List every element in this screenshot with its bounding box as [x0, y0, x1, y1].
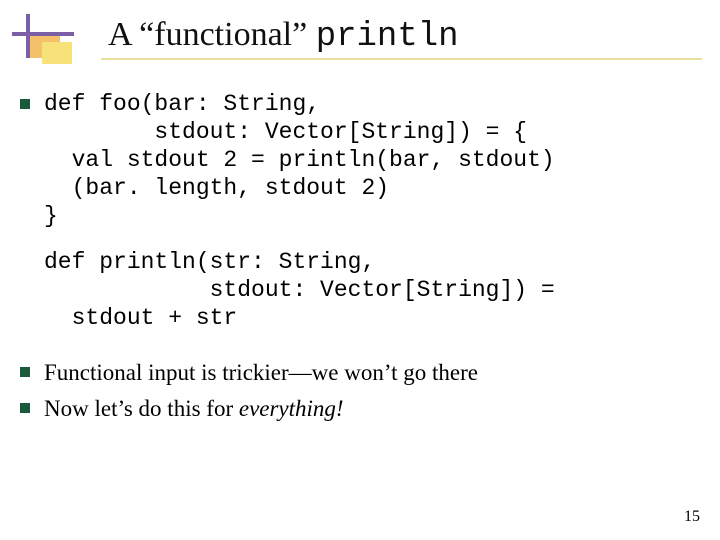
logo-box-yellow — [42, 42, 72, 64]
bullet-text-prefix: Now let’s do this for — [44, 396, 239, 421]
code-block-1: def foo(bar: String, stdout: Vector[Stri… — [44, 90, 555, 230]
lower-bullets: Functional input is trickier—we won’t go… — [20, 358, 700, 424]
slide-title: A “functional” println — [108, 16, 459, 56]
bullet-icon — [20, 403, 30, 413]
bullet-text: Functional input is trickier—we won’t go… — [44, 358, 478, 388]
bullet-item: Functional input is trickier—we won’t go… — [20, 358, 700, 388]
bullet-text-emphasis: everything! — [239, 396, 344, 421]
title-text: A “functional” — [108, 16, 316, 53]
slide-content: def foo(bar: String, stdout: Vector[Stri… — [20, 90, 700, 430]
code-block-2: def println(str: String, stdout: Vector[… — [44, 248, 700, 332]
bullet-item: def foo(bar: String, stdout: Vector[Stri… — [20, 90, 700, 230]
title-code: println — [316, 18, 459, 56]
slide-logo — [12, 14, 82, 64]
title-underline — [34, 58, 702, 60]
bullet-icon — [20, 99, 30, 109]
page-number: 15 — [684, 508, 700, 526]
bullet-item: Now let’s do this for everything! — [20, 394, 700, 424]
bullet-text: Now let’s do this for everything! — [44, 394, 344, 424]
bullet-icon — [20, 367, 30, 377]
